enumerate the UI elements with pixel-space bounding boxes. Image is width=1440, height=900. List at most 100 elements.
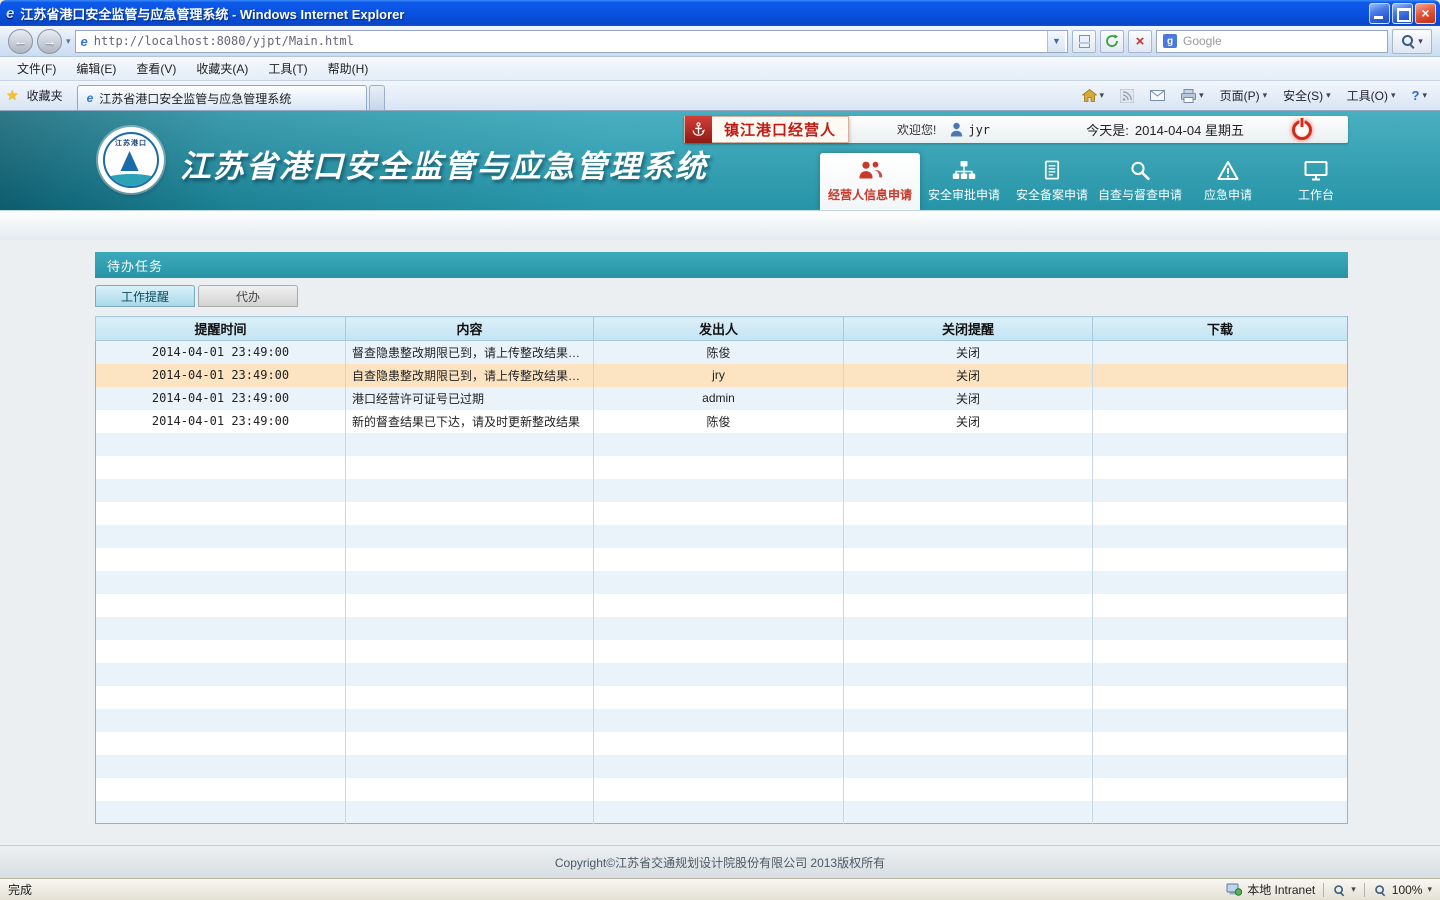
nav-self-inspection[interactable]: 自查与督查申请 xyxy=(1096,153,1184,210)
close-reminder-link[interactable]: 关闭 xyxy=(956,346,980,360)
todo-table-body: 2014-04-01 23:49:00 督查隐患整改期限已到，请上传整改结果… … xyxy=(96,341,1348,824)
role-badge[interactable]: 镇江港口经营人 xyxy=(684,116,849,143)
empty-row xyxy=(96,778,1348,801)
panel-title-bar: 待办任务 xyxy=(95,252,1348,278)
safety-dropdown-icon: ▾ xyxy=(1326,90,1331,101)
table-row: 2014-04-01 23:49:00 港口经营许可证号已过期 admin 关闭 xyxy=(96,387,1348,410)
header-topbar: 镇江港口经营人 欢迎您! jyr 今天是:2014-04-04 星期五 xyxy=(684,116,1348,143)
close-button[interactable]: × xyxy=(1415,3,1436,24)
warning-triangle-icon xyxy=(1217,160,1239,181)
maximize-button[interactable] xyxy=(1392,3,1413,24)
history-dropdown-icon[interactable]: ▾ xyxy=(66,36,71,47)
empty-row xyxy=(96,456,1348,479)
nav-label: 应急申请 xyxy=(1204,186,1252,203)
zoom-dropdown-icon: ▾ xyxy=(1427,884,1432,895)
site-header: 江苏港口 江苏省港口安全监管与应急管理系统 镇江港口经营人 欢迎您! jyr 今… xyxy=(0,111,1440,210)
page-favicon-icon: e xyxy=(81,34,88,49)
cell-sender: 陈俊 xyxy=(594,341,844,364)
separator xyxy=(1364,883,1365,897)
printer-icon xyxy=(1181,89,1196,103)
print-button[interactable]: ▾ xyxy=(1178,87,1207,105)
todo-table: 提醒时间 内容 发出人 关闭提醒 下载 2014-04-01 23:49:00 … xyxy=(95,316,1348,824)
col-close: 关闭提醒 xyxy=(844,317,1093,341)
search-dropdown-icon: ▾ xyxy=(1418,36,1423,47)
menu-file[interactable]: 文件(F) xyxy=(8,57,65,80)
protected-mode-button[interactable]: ▾ xyxy=(1332,883,1356,897)
col-sender: 发出人 xyxy=(594,317,844,341)
safety-menu-button[interactable]: 安全(S) ▾ xyxy=(1280,85,1334,106)
ie-window: e 江苏省港口安全监管与应急管理系统 - Windows Internet Ex… xyxy=(0,0,1440,900)
help-button[interactable]: ? ▾ xyxy=(1409,86,1430,105)
tools-dropdown-icon: ▾ xyxy=(1391,90,1396,101)
tools-menu-button[interactable]: 工具(O) ▾ xyxy=(1344,85,1399,106)
close-reminder-link[interactable]: 关闭 xyxy=(956,415,980,429)
new-tab-button[interactable] xyxy=(369,85,385,110)
page-footer: Copyright©江苏省交通规划设计院股份有限公司 2013版权所有 xyxy=(0,845,1440,878)
magnifier-small-icon xyxy=(1334,884,1345,895)
cell-download xyxy=(1093,410,1348,433)
separator xyxy=(1323,883,1324,897)
tab-work-reminder[interactable]: 工作提醒 xyxy=(95,285,195,307)
empty-row xyxy=(96,433,1348,456)
task-tabs: 工作提醒 代办 xyxy=(95,285,1348,307)
stop-button[interactable]: × xyxy=(1128,30,1152,53)
wave-icon xyxy=(103,174,159,188)
empty-row xyxy=(96,594,1348,617)
page-menu-label: 页面(P) xyxy=(1220,87,1260,104)
logout-power-button[interactable] xyxy=(1292,120,1312,140)
close-reminder-link[interactable]: 关闭 xyxy=(956,369,980,383)
empty-row xyxy=(96,571,1348,594)
home-icon xyxy=(1082,89,1097,102)
refresh-button[interactable] xyxy=(1100,30,1124,53)
site-logo-emblem: 江苏港口 xyxy=(103,132,159,188)
tab-todo[interactable]: 代办 xyxy=(198,285,298,307)
mail-icon xyxy=(1150,90,1165,101)
nav-operator-info[interactable]: 经营人信息申请 xyxy=(820,153,920,210)
address-dropdown-icon[interactable]: ▼ xyxy=(1047,31,1065,52)
forward-button[interactable]: → xyxy=(37,29,62,54)
username: jyr xyxy=(968,123,990,137)
menu-tools[interactable]: 工具(T) xyxy=(259,57,316,80)
cell-time: 2014-04-01 23:49:00 xyxy=(96,341,346,364)
search-input[interactable]: g Google xyxy=(1156,30,1388,53)
favorites-button[interactable]: 收藏夹 xyxy=(23,85,67,106)
page-menu-button[interactable]: 页面(P) ▾ xyxy=(1217,85,1271,106)
tools-menu-label: 工具(O) xyxy=(1347,87,1388,104)
zoom-level: 100% xyxy=(1392,883,1423,897)
nav-workbench[interactable]: 工作台 xyxy=(1272,153,1360,210)
search-go-button[interactable]: ▾ xyxy=(1392,29,1432,54)
google-icon: g xyxy=(1163,34,1177,48)
zoom-control[interactable]: 100% ▾ xyxy=(1373,883,1432,897)
address-input[interactable]: e http://localhost:8080/yjpt/Main.html ▼ xyxy=(75,30,1068,53)
empty-row xyxy=(96,525,1348,548)
rss-icon xyxy=(1120,89,1134,103)
table-row: 2014-04-01 23:49:00 督查隐患整改期限已到，请上传整改结果… … xyxy=(96,341,1348,364)
nav-safety-approval[interactable]: 安全审批申请 xyxy=(920,153,1008,210)
feeds-button[interactable] xyxy=(1117,87,1137,105)
logo-text: 江苏港口 xyxy=(105,138,157,148)
home-button[interactable]: ▾ xyxy=(1079,87,1108,104)
menu-favorites[interactable]: 收藏夹(A) xyxy=(187,57,257,80)
compatibility-view-button[interactable] xyxy=(1072,30,1096,53)
minimize-button[interactable] xyxy=(1369,3,1390,24)
close-reminder-link[interactable]: 关闭 xyxy=(956,392,980,406)
print-dropdown-icon: ▾ xyxy=(1199,90,1204,101)
page-dropdown-icon: ▾ xyxy=(1263,90,1268,101)
browser-tab[interactable]: e 江苏省港口安全监管与应急管理系统 xyxy=(77,85,367,110)
favorites-star-icon[interactable]: ★ xyxy=(6,87,19,104)
menu-view[interactable]: 查看(V) xyxy=(127,57,185,80)
cell-download xyxy=(1093,341,1348,364)
search-placeholder: Google xyxy=(1183,34,1222,48)
col-content: 内容 xyxy=(346,317,594,341)
nav-safety-filing[interactable]: 安全备案申请 xyxy=(1008,153,1096,210)
nav-label: 经营人信息申请 xyxy=(828,186,912,203)
empty-row xyxy=(96,479,1348,502)
nav-emergency[interactable]: 应急申请 xyxy=(1184,153,1272,210)
menu-edit[interactable]: 编辑(E) xyxy=(67,57,125,80)
read-mail-button[interactable] xyxy=(1147,88,1168,103)
back-button[interactable]: ← xyxy=(8,29,33,54)
table-row-highlighted: 2014-04-01 23:49:00 自查隐患整改期限已到，请上传整改结果… … xyxy=(96,364,1348,387)
menu-help[interactable]: 帮助(H) xyxy=(319,57,378,80)
col-download: 下载 xyxy=(1093,317,1348,341)
help-icon: ? xyxy=(1412,88,1420,103)
